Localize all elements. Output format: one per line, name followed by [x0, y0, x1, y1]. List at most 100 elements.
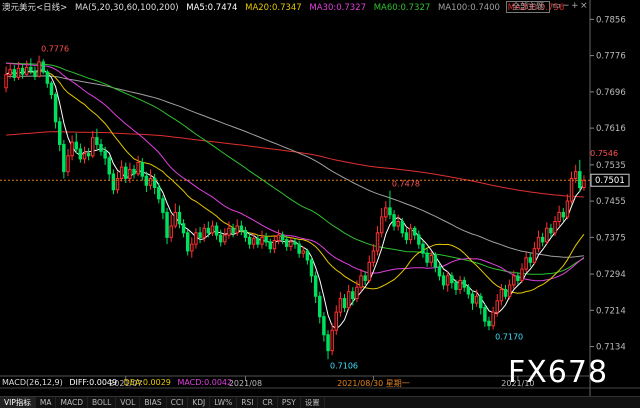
- tab-psy[interactable]: PSY: [278, 397, 301, 408]
- extreme-annotation: 0.7170: [495, 332, 523, 341]
- ma60-value: MA60:0.7327: [373, 3, 431, 13]
- ma20-value: MA20:0.7347: [245, 3, 302, 13]
- candle-body: [169, 225, 173, 238]
- candle-body: [388, 207, 392, 216]
- candle-body: [367, 261, 372, 281]
- candle-body: [417, 234, 421, 245]
- candle-body: [45, 71, 50, 84]
- candle-body: [458, 279, 462, 290]
- candle-body: [140, 162, 145, 177]
- candle-body: [507, 284, 512, 297]
- ma30-value: MA30:0.7327: [309, 3, 366, 13]
- extreme-annotation: 0.7106: [330, 361, 358, 370]
- candle-body: [495, 300, 499, 313]
- macd-diff-value: DIFF:0.0049: [69, 378, 118, 387]
- candle-body: [210, 225, 215, 234]
- ma-legend: 澳元美元<日线> MA(5,20,30,60,100,200) MA5:0.74…: [2, 1, 569, 13]
- candle-body: [528, 257, 533, 263]
- candle-body: [231, 227, 235, 234]
- candle-body: [260, 236, 264, 245]
- candle-body: [206, 227, 211, 234]
- candle-body: [33, 70, 37, 77]
- candle-body: [272, 240, 277, 250]
- candle-body: [318, 295, 322, 318]
- candle-body: [433, 254, 438, 268]
- ma5-value: MA5:0.7474: [186, 3, 238, 13]
- y-axis-label: 0.7616: [596, 124, 626, 134]
- y-axis-label: 0.7134: [596, 343, 626, 353]
- candle-body: [91, 137, 95, 157]
- candle-body: [503, 288, 508, 297]
- candle-body: [516, 275, 520, 281]
- candle-body: [532, 248, 537, 263]
- candle-body: [256, 238, 260, 245]
- candle-body: [338, 298, 343, 313]
- candle-body: [499, 288, 504, 302]
- candle-body: [29, 66, 33, 72]
- candle-body: [309, 259, 314, 277]
- candle-body: [280, 234, 285, 241]
- tab-ma[interactable]: MA: [36, 397, 57, 408]
- candle-body: [289, 241, 293, 247]
- candle-body: [86, 153, 91, 157]
- candle-body: [557, 211, 561, 222]
- macd-value: MACD:0.0042: [177, 378, 233, 387]
- candle-body: [326, 334, 330, 352]
- plus-icon[interactable]: +: [571, 1, 579, 12]
- candle-body: [400, 220, 405, 234]
- price-chart[interactable]: 0.7856 0.7776 0.7696 0.7616 0.7535 0.7455 0.73…: [0, 0, 640, 407]
- candle-body: [293, 241, 297, 245]
- tab-boll[interactable]: BOLL: [88, 397, 117, 408]
- theme-select-button[interactable]: 全部主题: [506, 1, 550, 13]
- last-price-label: 0.7501: [595, 176, 625, 186]
- tab-vol[interactable]: VOL: [116, 397, 141, 408]
- candle-body: [470, 293, 475, 304]
- candle-body: [276, 234, 281, 242]
- y-axis-label: 0.7856: [596, 15, 626, 25]
- fx678-watermark: FX678: [508, 355, 609, 390]
- y-axis-label: 0.7375: [596, 233, 626, 243]
- tab-cr[interactable]: CR: [258, 397, 278, 408]
- candle-body: [549, 227, 553, 234]
- candle-body: [285, 239, 289, 247]
- candle-body: [198, 232, 202, 238]
- candle-body: [342, 298, 347, 309]
- zoom-out-icon[interactable]: ▭: [552, 1, 561, 12]
- tab-kdj[interactable]: KDJ: [188, 397, 211, 408]
- candle-body: [491, 311, 495, 327]
- minus-icon[interactable]: −: [562, 1, 570, 12]
- macd-dea-value: DEA:0.0029: [123, 378, 171, 387]
- candle-body: [512, 275, 516, 286]
- extreme-annotation: 0.7546: [590, 149, 618, 158]
- candle-body: [148, 177, 153, 186]
- tab-settings[interactable]: 设置: [301, 397, 325, 408]
- close-icon[interactable]: ×: [580, 1, 588, 12]
- candle-body: [425, 252, 429, 263]
- tab-bias[interactable]: BIAS: [140, 397, 167, 408]
- tab-macd[interactable]: MACD: [56, 397, 88, 408]
- y-axis-label: 0.7214: [596, 306, 626, 316]
- tab-lwr[interactable]: LW%: [210, 397, 238, 408]
- tab-cci[interactable]: CCI: [167, 397, 189, 408]
- x-axis-label: 2021/08/30 星期一: [337, 379, 410, 388]
- tab-rsi[interactable]: RSI: [237, 397, 259, 408]
- candle-body: [251, 238, 256, 245]
- candle-body: [181, 223, 186, 234]
- candle-body: [124, 166, 128, 179]
- candle-body: [132, 168, 136, 175]
- ma20-line: [5, 70, 585, 294]
- candle-body: [53, 94, 58, 123]
- candle-body: [194, 232, 198, 245]
- symbol-label: 澳元美元<日线>: [2, 3, 68, 13]
- extreme-annotation: 0.7776: [41, 45, 69, 54]
- candle-body: [379, 216, 384, 234]
- candle-body: [95, 137, 99, 145]
- candle-body: [396, 220, 400, 227]
- extreme-annotation: 0.7478: [392, 180, 420, 189]
- candle-body: [569, 177, 574, 202]
- tab-vip[interactable]: VIP指标: [0, 397, 36, 408]
- candle-body: [351, 291, 355, 300]
- ma5-line: [5, 69, 585, 330]
- candle-body: [218, 234, 223, 243]
- candle-body: [16, 67, 21, 78]
